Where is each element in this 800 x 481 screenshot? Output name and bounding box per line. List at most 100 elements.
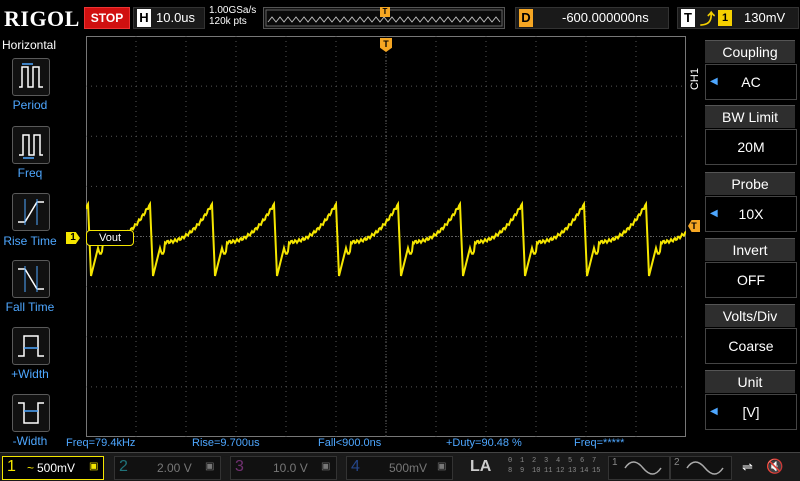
channel4-status[interactable]: 4 500mV ▣ (346, 456, 453, 480)
waveform-grid (85, 36, 687, 437)
frequency-icon (19, 134, 43, 159)
logic-channel-digit: 2 (532, 457, 537, 465)
top-status-bar: RIGOL STOP H 10.0us 1.00GSa/s 120k pts T… (0, 0, 800, 36)
logic-channel-digit: 10 (532, 467, 541, 475)
speaker-muted-icon[interactable]: 🔇 (766, 458, 783, 475)
logic-channel-digit: 7 (592, 457, 597, 465)
measure-fall[interactable]: Fall<900.0ns (318, 437, 381, 449)
logic-channel-digit: 6 (580, 457, 585, 465)
generator1-status[interactable]: 1 (608, 456, 670, 480)
measure-negative-width-button[interactable] (12, 394, 50, 432)
sample-rate: 1.00GSa/s (209, 5, 257, 16)
measure-freq[interactable]: Freq=79.4kHz (66, 437, 135, 449)
coupling-title: Coupling (705, 40, 795, 63)
measure-rise-time-button[interactable] (12, 193, 50, 231)
channel1-offset-marker[interactable]: 1 (66, 232, 80, 244)
probe-title: Probe (705, 172, 795, 195)
measure-period-label: Period (12, 98, 48, 112)
measure-rise-time-label: Rise Time (3, 234, 57, 248)
logic-channel-indicators: 0 1 2 3 4 5 6 7 8 9 10 11 12 13 14 15 (508, 456, 604, 478)
channel2-scale: 2.00 V (157, 461, 192, 475)
trigger-box[interactable]: T ⤴ 1 130mV (677, 7, 799, 29)
measurement-bar: Freq=79.4kHz Rise=9.700us Fall<900.0ns +… (60, 437, 700, 451)
rising-edge-icon: ⤴ (700, 11, 716, 28)
channel1-scale: 500mV (37, 461, 76, 475)
bw-limit-title: BW Limit (705, 105, 795, 128)
memory-trigger-marker: T (380, 7, 390, 17)
channel-menu-name: CH1 (689, 68, 701, 91)
run-stop-indicator[interactable]: STOP (84, 7, 130, 29)
selector-arrow-icon: ◀ (710, 406, 718, 417)
channel-status-bar: 1 ~ 500mV ▣ 2 2.00 V ▣ 3 10.0 V ▣ 4 500m… (0, 452, 800, 481)
trigger-level-marker[interactable]: T (688, 220, 700, 232)
channel1-number: 1 (7, 458, 16, 475)
measure-positive-width-label: +Width (11, 367, 49, 381)
trigger-source: 1 (718, 10, 732, 26)
volts-div-title: Volts/Div (705, 304, 795, 327)
sine-wave-icon (624, 461, 662, 475)
timebase-box[interactable]: H 10.0us (133, 7, 205, 29)
bw-limit-value: 20M (737, 139, 765, 155)
measure-rise[interactable]: Rise=9.700us (192, 437, 260, 449)
bw-limit-softkey[interactable]: 20M (705, 129, 797, 165)
waveform-display[interactable] (85, 36, 687, 437)
bandwidth-limit-icon: ▣ (89, 461, 99, 472)
delay-letter: D (519, 9, 533, 27)
measure-frequency-button[interactable] (12, 126, 50, 164)
trigger-letter: T (681, 9, 695, 27)
period-icon (19, 63, 43, 88)
logic-channel-digit: 0 (508, 457, 513, 465)
delay-box[interactable]: D -600.000000ns (515, 7, 669, 29)
measure-positive-width-button[interactable] (12, 327, 50, 365)
timebase-value: 10.0us (156, 10, 196, 25)
measure-duty[interactable]: +Duty=90.48 % (446, 437, 522, 449)
usb-icon: ⇌ (742, 459, 753, 474)
logic-channel-digit: 9 (520, 467, 525, 475)
channel1-label: Vout (86, 230, 134, 246)
measure-fall-time-label: Fall Time (5, 300, 55, 314)
logic-channel-digit: 8 (508, 467, 513, 475)
measure-fall-time-button[interactable] (12, 260, 50, 298)
channel4-number: 4 (351, 458, 360, 475)
logic-channel-digit: 15 (592, 467, 601, 475)
generator2-status[interactable]: 2 (670, 456, 732, 480)
measure-negative-width-label: -Width (12, 434, 48, 448)
invert-softkey[interactable]: OFF (705, 262, 797, 298)
coupling-softkey[interactable]: ◀ AC (705, 64, 797, 100)
logic-channel-digit: 1 (520, 457, 525, 465)
channel1-status[interactable]: 1 ~ 500mV ▣ (2, 456, 104, 480)
channel3-status[interactable]: 3 10.0 V ▣ (230, 456, 337, 480)
measure-period-button[interactable] (12, 58, 50, 96)
bandwidth-limit-icon: ▣ (205, 461, 215, 472)
measure-freq-secondary[interactable]: Freq=***** (574, 437, 624, 449)
unit-title: Unit (705, 370, 795, 393)
logic-channel-digit: 13 (568, 467, 577, 475)
memory-depth: 120k pts (209, 16, 247, 27)
invert-title: Invert (705, 238, 795, 261)
selector-arrow-icon: ◀ (710, 208, 718, 219)
logic-channel-digit: 11 (544, 467, 553, 475)
coupling-value: AC (741, 74, 761, 90)
volts-div-softkey[interactable]: Coarse (705, 328, 797, 364)
generator2-number: 2 (674, 457, 680, 468)
logic-analyzer-label[interactable]: LA (470, 458, 491, 476)
channel2-status[interactable]: 2 2.00 V ▣ (114, 456, 221, 480)
memory-overview-strip[interactable]: T (263, 7, 505, 29)
acquisition-info: 1.00GSa/s 120k pts (209, 5, 256, 27)
measure-frequency-label: Freq (17, 166, 43, 180)
channel3-scale: 10.0 V (273, 461, 308, 475)
unit-value: [V] (742, 404, 760, 420)
bandwidth-limit-icon: ▣ (437, 461, 447, 472)
brand-logo: RIGOL (4, 6, 80, 31)
unit-softkey[interactable]: ◀ [V] (705, 394, 797, 430)
channel1-coupling: ~ (27, 461, 35, 475)
logic-channel-digit: 4 (556, 457, 561, 465)
probe-softkey[interactable]: ◀ 10X (705, 196, 797, 232)
volts-div-value: Coarse (728, 338, 774, 354)
logic-channel-digit: 5 (568, 457, 573, 465)
generator1-number: 1 (612, 457, 618, 468)
logic-channel-digit: 3 (544, 457, 549, 465)
trigger-level: 130mV (744, 10, 786, 25)
fall-time-icon (18, 266, 44, 292)
delay-value: -600.000000ns (562, 10, 649, 25)
